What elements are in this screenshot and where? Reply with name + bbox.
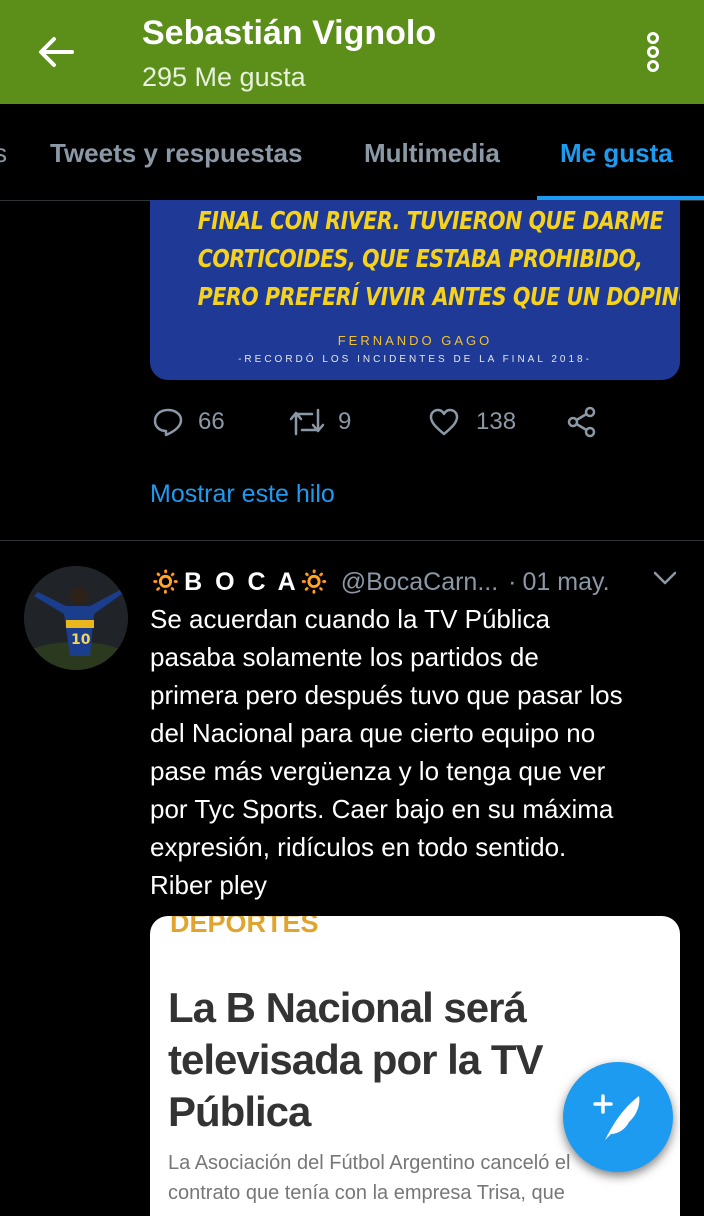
tweet-text: Se acuerdan cuando la TV Pública pasaba … — [150, 600, 690, 904]
tweet-date[interactable]: 01 may. — [523, 568, 610, 597]
media-quote-note: -RECORDÓ LOS INCIDENTES DE LA FINAL 2018… — [238, 354, 592, 365]
media-quote-line: PERO PREFERÍ VIVIR ANTES QUE UN DOPING” — [197, 282, 680, 311]
share-button[interactable] — [566, 400, 598, 444]
tweet-text-line: Riber pley — [150, 870, 268, 900]
author-name[interactable]: 🔅B O C A🔅 — [150, 568, 333, 597]
tweet-text-line: Se acuerdan cuando la TV Pública — [150, 604, 550, 634]
like-button[interactable]: 138 — [428, 400, 516, 444]
media-quote-line: CORTICOIDES, QUE ESTABA PROHIBIDO, — [197, 244, 643, 273]
player-avatar-image: 10 — [24, 566, 128, 670]
avatar[interactable]: 10 — [24, 566, 128, 670]
heart-icon — [429, 408, 459, 436]
reply-button[interactable]: 66 — [152, 400, 225, 444]
likes-count-subtitle: 295 Me gusta — [142, 62, 306, 92]
media-quote-author: FERNANDO GAGO — [337, 333, 493, 348]
tab-tweets-partial[interactable]: s — [0, 138, 7, 169]
profile-tabs: s Tweets y respuestas Multimedia Me gust… — [0, 104, 704, 201]
retweet-count: 9 — [338, 408, 352, 435]
compose-tweet-button[interactable] — [563, 1062, 673, 1172]
tweet-text-line: pase más vergüenza y lo tenga que ver — [150, 756, 606, 786]
retweet-button[interactable]: 9 — [288, 400, 351, 444]
show-thread-link[interactable]: Mostrar este hilo — [150, 480, 335, 509]
retweet-icon — [289, 408, 325, 436]
tweet-text-line: primera pero después tuvo que pasar los — [150, 680, 623, 710]
page-title: Sebastián Vignolo — [142, 14, 437, 52]
card-body-line: contrato que tenía con la empresa Trisa,… — [168, 1182, 565, 1204]
media-quote-line: FINAL CON RIVER. TUVIERON QUE DARME — [197, 206, 664, 235]
tweet-header: 🔅B O C A🔅 @BocaCarn... · 01 may. — [150, 564, 610, 600]
share-icon — [567, 406, 596, 438]
tab-likes[interactable]: Me gusta — [560, 138, 673, 169]
svg-text:10: 10 — [71, 632, 91, 648]
tweet-divider — [0, 540, 704, 541]
compose-feather-icon — [593, 1094, 640, 1140]
chevron-down-icon[interactable] — [652, 568, 678, 588]
back-arrow-icon[interactable] — [34, 30, 78, 74]
app-header: Sebastián Vignolo 295 Me gusta — [0, 0, 704, 104]
tweet-media-image[interactable]: FINAL CON RIVER. TUVIERON QUE DARME CORT… — [150, 200, 680, 380]
like-count: 138 — [476, 408, 517, 435]
more-options-icon[interactable] — [638, 30, 668, 74]
reply-icon — [153, 408, 183, 437]
reply-count: 66 — [198, 408, 225, 435]
tweet-text-line: por Tyc Sports. Caer bajo en su máxima — [150, 794, 614, 824]
card-headline-line: La B Nacional será — [168, 984, 527, 1031]
author-handle[interactable]: @BocaCarn... — [341, 568, 498, 597]
card-section-label: DEPORTES — [170, 916, 319, 938]
tweet-text-line: pasaba solamente los partidos de — [150, 642, 539, 672]
tweet-text-line: del Nacional para que cierto equipo no — [150, 718, 596, 748]
tab-media[interactable]: Multimedia — [364, 138, 500, 169]
tab-tweets-and-replies[interactable]: Tweets y respuestas — [50, 138, 302, 169]
separator-dot: · — [508, 567, 517, 596]
tweet-text-line: expresión, ridículos en todo sentido. — [150, 832, 567, 862]
